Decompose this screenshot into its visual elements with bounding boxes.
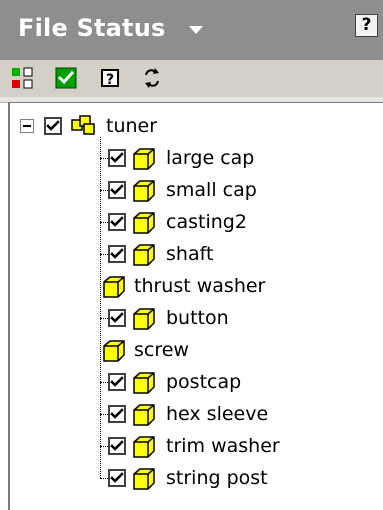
tree-row[interactable]: casting2 (10, 207, 370, 237)
item-checkbox[interactable] (108, 469, 126, 487)
tree-item-label: screw (134, 339, 189, 361)
part-icon (130, 308, 156, 330)
help-icon[interactable]: ? (98, 66, 122, 90)
part-icon (100, 276, 126, 298)
tree-item-label: button (166, 307, 229, 329)
grid-colors-icon[interactable] (10, 66, 34, 90)
tree-row[interactable]: string post (10, 463, 370, 493)
part-icon (130, 212, 156, 234)
toolbar: ? (0, 60, 383, 97)
item-checkbox[interactable] (108, 437, 126, 455)
svg-text:?: ? (106, 72, 114, 88)
part-icon (130, 436, 156, 458)
root-checkbox[interactable] (44, 117, 62, 135)
help-button[interactable]: ? (355, 14, 378, 37)
part-icon (130, 180, 156, 202)
tree-item-label: casting2 (166, 211, 247, 233)
tree-row[interactable]: trim washer (10, 431, 370, 461)
tree-item-label: small cap (166, 179, 257, 201)
item-checkbox[interactable] (108, 245, 126, 263)
item-checkbox[interactable] (108, 181, 126, 199)
check-icon[interactable] (54, 66, 78, 90)
tree-item-label: thrust washer (134, 275, 266, 297)
tree-row[interactable]: large cap (10, 143, 370, 173)
tree-item-label: shaft (166, 243, 214, 265)
tree-row[interactable]: thrust washer (10, 271, 370, 301)
tree-row[interactable]: hex sleeve (10, 399, 370, 429)
tree-row[interactable]: postcap (10, 367, 370, 397)
refresh-icon[interactable] (140, 66, 164, 90)
tree-item-label: postcap (166, 371, 242, 393)
item-checkbox[interactable] (108, 309, 126, 327)
chevron-down-icon[interactable] (188, 25, 204, 35)
tree-row[interactable]: screw (10, 335, 370, 365)
tree-item-label: string post (166, 467, 268, 489)
tree-row[interactable]: shaft (10, 239, 370, 269)
collapse-toggle[interactable] (20, 119, 34, 133)
tree-item-label: large cap (166, 147, 255, 169)
part-icon (130, 244, 156, 266)
part-icon (130, 372, 156, 394)
panel-title[interactable]: File Status (18, 14, 165, 42)
part-icon (100, 340, 126, 362)
panel-header: File Status ? (0, 0, 383, 60)
item-checkbox[interactable] (108, 405, 126, 423)
part-icon (130, 148, 156, 170)
item-checkbox[interactable] (108, 149, 126, 167)
tree-item-label: trim washer (166, 435, 280, 457)
tree-row[interactable]: button (10, 303, 370, 333)
part-icon (130, 468, 156, 490)
tree-item-label: hex sleeve (166, 403, 269, 425)
tree-row[interactable]: small cap (10, 175, 370, 205)
item-checkbox[interactable] (108, 213, 126, 231)
assembly-icon (70, 114, 98, 138)
item-checkbox[interactable] (108, 373, 126, 391)
tree-row-root[interactable]: tuner (10, 111, 370, 141)
tree-root-label: tuner (106, 115, 158, 137)
file-status-tree: tuner large cap small cap casting2 shaft thru… (8, 102, 383, 510)
part-icon (130, 404, 156, 426)
